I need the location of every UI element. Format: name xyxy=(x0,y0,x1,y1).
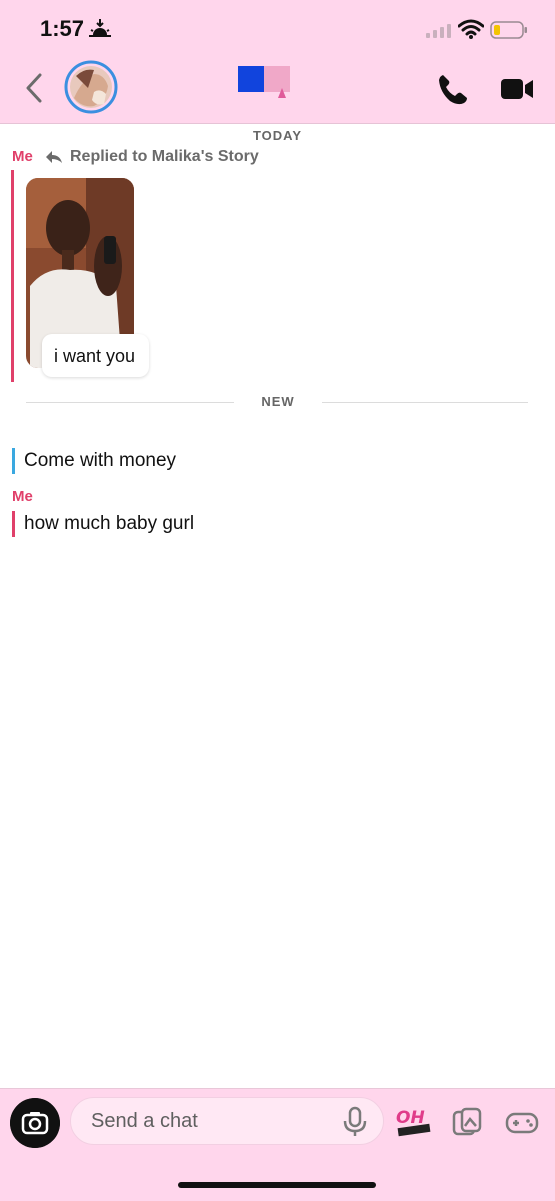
home-indicator[interactable] xyxy=(178,1182,376,1188)
divider-line xyxy=(26,402,234,403)
status-time: 1:57 xyxy=(40,16,85,41)
wifi-icon xyxy=(458,19,484,39)
chat-header: 1:57 xyxy=(0,0,555,124)
camera-icon[interactable] xyxy=(10,1098,60,1148)
gamepad-icon[interactable] xyxy=(504,1106,540,1138)
message-bar xyxy=(11,170,14,382)
sunrise-icon xyxy=(89,19,111,37)
divider-line xyxy=(322,402,528,403)
video-camera-icon[interactable] xyxy=(498,70,536,108)
message-text: Come with money xyxy=(24,450,177,471)
avatar[interactable] xyxy=(64,60,118,114)
sender-name: Me xyxy=(12,488,33,505)
chat-message[interactable]: Come with money xyxy=(12,448,176,474)
memories-icon[interactable] xyxy=(450,1106,484,1138)
microphone-icon[interactable] xyxy=(340,1106,370,1138)
chat-message[interactable]: how much baby gurl xyxy=(12,511,194,537)
message-text: how much baby gurl xyxy=(24,513,195,534)
message-bar xyxy=(12,511,15,537)
sticker-text: OH xyxy=(396,1108,425,1128)
story-reply-label: Replied to Malika's Story xyxy=(44,146,259,168)
story-caption: i want you xyxy=(42,334,150,377)
sticker-icon[interactable]: OH xyxy=(394,1106,434,1138)
chat-input[interactable] xyxy=(70,1097,384,1145)
chevron-left-icon[interactable] xyxy=(18,68,52,108)
new-label: NEW xyxy=(261,394,295,409)
new-divider: NEW xyxy=(26,394,528,410)
date-divider: TODAY xyxy=(252,128,303,143)
message-bar xyxy=(12,448,15,474)
battery-icon xyxy=(490,21,527,39)
friend-bitmoji-badge[interactable] xyxy=(236,64,292,100)
reply-text: Replied to Malika's Story xyxy=(70,148,259,165)
reply-arrow-icon xyxy=(46,151,62,163)
sender-name: Me xyxy=(12,148,33,165)
phone-icon[interactable] xyxy=(434,70,472,108)
cellular-signal-icon xyxy=(426,24,451,38)
